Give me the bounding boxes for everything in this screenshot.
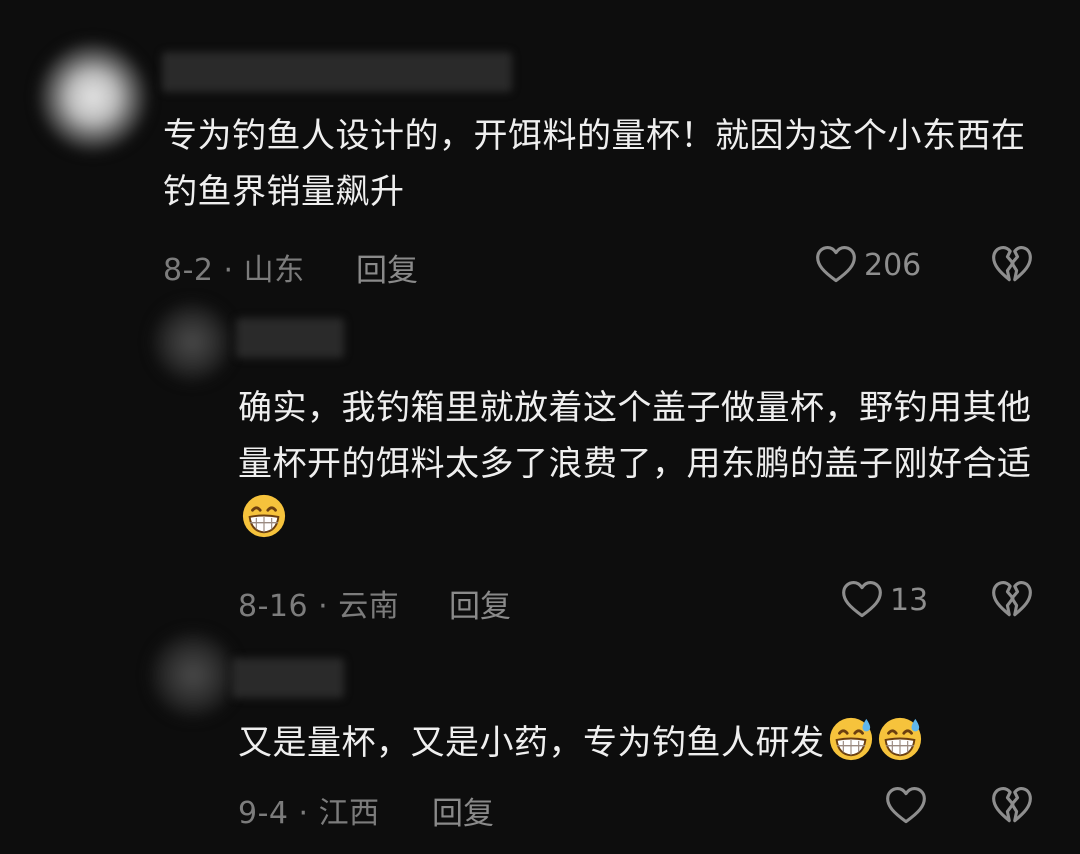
like-button[interactable]: 206 [814, 243, 921, 287]
avatar[interactable] [150, 632, 236, 718]
username[interactable] [232, 658, 344, 698]
broken-heart-icon[interactable] [990, 784, 1034, 828]
date-location: 9-4 · 江西 [238, 796, 380, 831]
comment-text: 又是量杯，又是小药，专为钓鱼人研发 [238, 715, 1058, 771]
comment-meta: 8-2 · 山东 [163, 245, 305, 289]
broken-heart-icon[interactable] [990, 578, 1034, 622]
grin-sweat-emoji [828, 716, 874, 762]
comment-meta: 9-4 · 江西 [238, 788, 380, 832]
reply-button[interactable]: 回复 [356, 245, 418, 290]
heart-icon [840, 578, 884, 622]
broken-heart-icon[interactable] [990, 243, 1034, 287]
avatar[interactable] [152, 302, 232, 382]
grin-sweat-emoji [877, 716, 923, 762]
avatar[interactable] [38, 42, 148, 152]
comment-text: 确实，我钓箱里就放着这个盖子做量杯，野钓用其他量杯开的饵料太多了浪费了，用东鹏的… [238, 380, 1038, 548]
grin-emoji [241, 493, 287, 539]
like-count: 13 [890, 582, 929, 618]
comment-text: 专为钓鱼人设计的，开饵料的量杯！就因为这个小东西在钓鱼界销量飙升 [163, 116, 1026, 212]
username[interactable] [236, 318, 344, 358]
comment-meta: 8-16 · 云南 [238, 581, 399, 625]
date-location: 8-16 · 云南 [238, 589, 400, 624]
heart-icon [814, 243, 858, 287]
reply-button[interactable]: 回复 [432, 788, 494, 833]
like-count: 206 [864, 247, 922, 283]
username[interactable] [162, 52, 512, 92]
reply-button[interactable]: 回复 [449, 581, 511, 626]
date-location: 8-2 · 山东 [163, 253, 305, 288]
like-button[interactable]: 13 [840, 578, 928, 622]
like-button[interactable] [884, 784, 928, 828]
heart-icon [884, 784, 928, 828]
